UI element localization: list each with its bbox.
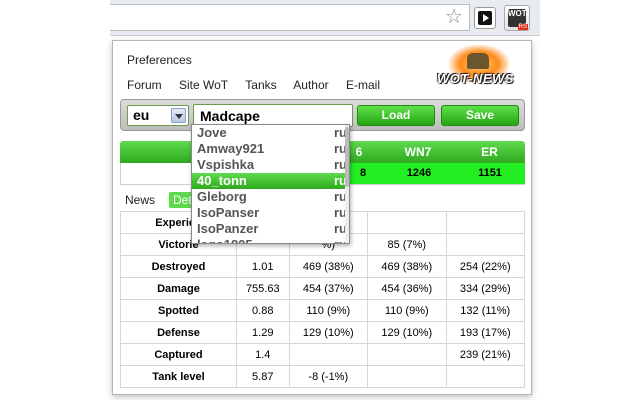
nav-site-wot[interactable]: Site WoT <box>179 78 228 92</box>
details-cell <box>445 365 525 388</box>
details-row: Damage 755.63 454 (37%) 454 (36%) 334 (29%) <box>120 277 525 300</box>
details-cell: 110 (9%) <box>367 299 447 322</box>
details-row-label: Defense <box>120 321 237 344</box>
chevron-down-icon[interactable] <box>171 108 186 123</box>
details-row: Tank level 5.87 -8 (-1%) <box>120 365 525 388</box>
details-row-label: Damage <box>120 277 237 300</box>
suggestion-name: 40_tonn <box>197 173 247 188</box>
suggestion-item[interactable]: Amway921 ru <box>192 141 349 157</box>
suggestion-name: IsoPanzer <box>197 221 259 236</box>
suggestion-item[interactable]: Jove ru <box>192 125 349 141</box>
suggestion-item[interactable]: Vspishka ru <box>192 157 349 173</box>
details-cell: -8 (-1%) <box>288 365 369 388</box>
details-cell <box>367 365 447 388</box>
details-cell <box>367 211 447 234</box>
details-row-label: Captured <box>120 343 237 366</box>
suggestion-name: lego1805 <box>197 237 253 243</box>
details-row-label: Destroyed <box>120 255 237 278</box>
details-cell <box>288 343 369 366</box>
logo-text: WOT-NEWS <box>437 71 514 86</box>
details-cell: 1.4 <box>236 343 290 366</box>
nav-author[interactable]: Author <box>293 78 328 92</box>
details-cell: 755.63 <box>236 277 290 300</box>
dropdown-scrollbar[interactable] <box>345 125 349 243</box>
star-icon[interactable]: ☆ <box>443 6 465 28</box>
tab-news[interactable]: News <box>125 193 155 207</box>
suggestion-item[interactable]: lego1805ru <box>192 237 349 243</box>
nav-tanks[interactable]: Tanks <box>245 78 276 92</box>
details-cell <box>445 211 525 234</box>
details-cell: 1.01 <box>236 255 290 278</box>
details-row-label: Spotted <box>120 299 237 322</box>
rating-value-wn7: 1246 <box>383 163 455 184</box>
play-icon[interactable] <box>474 7 496 29</box>
details-cell: 239 (21%) <box>445 343 525 366</box>
rating-header-wn7: WN7 <box>404 145 432 159</box>
details-cell: 454 (36%) <box>367 277 447 300</box>
details-cell <box>367 343 447 366</box>
suggestion-name: Jove <box>197 125 227 140</box>
details-cell: 5.87 <box>236 365 290 388</box>
details-cell: 254 (22%) <box>445 255 525 278</box>
suggestion-item[interactable]: IsoPanser ru <box>192 205 349 221</box>
details-cell: 110 (9%) <box>288 299 369 322</box>
details-row: Spotted 0.88 110 (9%) 110 (9%) 132 (11%) <box>120 299 525 322</box>
details-cell: 469 (38%) <box>288 255 369 278</box>
details-cell: 0.88 <box>236 299 290 322</box>
region-select[interactable]: eu <box>127 105 189 126</box>
autocomplete-dropdown: Jove ru Amway921 ru Vspishka ru 40_tonn ru Glebo… <box>191 124 350 244</box>
suggestion-name: IsoPanser <box>197 205 260 220</box>
address-bar[interactable] <box>110 4 470 31</box>
details-cell: 129 (10%) <box>367 321 447 344</box>
details-row: Captured 1.4 239 (21%) <box>120 343 525 366</box>
wot-rs-icon[interactable]: WOT RS <box>504 5 530 31</box>
wot-rs-badge: RS <box>517 24 528 30</box>
details-cell: 132 (11%) <box>445 299 525 322</box>
details-row: Defense 1.29 129 (10%) 129 (10%) 193 (17%) <box>120 321 525 344</box>
preferences-link[interactable]: Preferences <box>127 53 192 67</box>
region-value: eu <box>133 107 150 123</box>
rating-value-er: 1151 <box>455 163 525 184</box>
save-button[interactable]: Save <box>441 105 519 126</box>
details-cell: 1.29 <box>236 321 290 344</box>
details-cell: 454 (37%) <box>288 277 369 300</box>
suggestion-item[interactable]: IsoPanzer ru <box>192 221 349 237</box>
details-cell: 469 (38%) <box>367 255 447 278</box>
suggestion-item[interactable]: Gleborg ru <box>192 189 349 205</box>
details-cell: 129 (10%) <box>288 321 369 344</box>
details-cell: 193 (17%) <box>445 321 525 344</box>
details-cell: 85 (7%) <box>367 233 447 256</box>
nav-email[interactable]: E-mail <box>346 78 380 92</box>
nav-forum[interactable]: Forum <box>127 78 162 92</box>
suggestion-name: Amway921 <box>197 141 265 156</box>
details-cell: 334 (29%) <box>445 277 525 300</box>
load-button[interactable]: Load <box>357 105 435 126</box>
suggestion-item[interactable]: 40_tonn ru <box>192 173 349 189</box>
details-cell <box>445 233 525 256</box>
rating-header-er: ER <box>481 145 498 159</box>
suggestion-name: Gleborg <box>197 189 247 204</box>
suggestion-name: Vspishka <box>197 157 255 172</box>
details-row: Destroyed 1.01 469 (38%) 469 (38%) 254 (22%) <box>120 255 525 278</box>
nav-links: Forum Site WoT Tanks Author E-mail <box>127 78 394 92</box>
details-row-label: Tank level <box>120 365 237 388</box>
wot-news-logo: WOT-NEWS <box>431 43 523 99</box>
